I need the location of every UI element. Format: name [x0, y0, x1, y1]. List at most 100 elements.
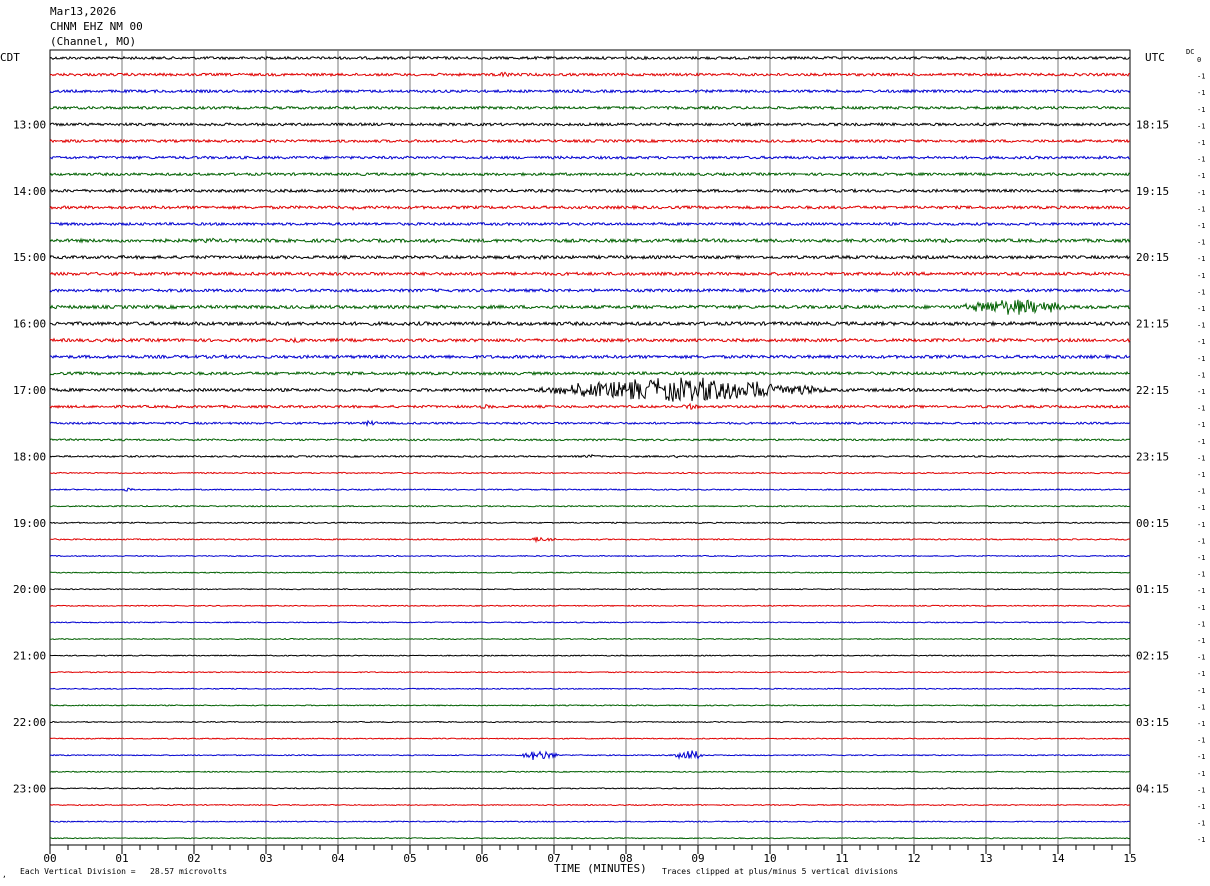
dc-offset-label: -1	[1197, 438, 1205, 446]
dc-offset-label: -1	[1197, 355, 1205, 363]
seismic-trace	[49, 121, 1131, 127]
dc-offset-label: -1	[1197, 122, 1205, 130]
dc-label: DC	[1186, 48, 1195, 56]
dc-offset-label: -1	[1197, 654, 1205, 662]
dc-offset-label: 0	[1197, 56, 1201, 64]
left-hour-label: 14:00	[13, 185, 46, 198]
seismic-trace	[49, 803, 1131, 807]
seismic-trace	[49, 155, 1131, 161]
right-hour-label: 20:15	[1136, 251, 1169, 264]
right-hour-label: 18:15	[1136, 118, 1169, 131]
plot-frame	[49, 49, 1131, 846]
right-hour-label: 21:15	[1136, 318, 1169, 331]
seismic-trace	[49, 377, 1131, 402]
right-hour-label: 01:15	[1136, 583, 1169, 596]
seismic-trace	[49, 637, 1131, 641]
right-hour-label: 23:15	[1136, 450, 1169, 463]
right-hour-label: 00:15	[1136, 517, 1169, 530]
left-hour-label: 21:00	[13, 650, 46, 663]
scale-note: Each Vertical Division = 28.57 microvolt…	[20, 867, 228, 876]
right-hour-label: 04:15	[1136, 782, 1169, 795]
seismic-trace	[49, 521, 1131, 525]
dc-offset-label: -1	[1197, 73, 1205, 81]
seismic-trace	[49, 187, 1131, 194]
seismic-trace	[49, 138, 1131, 144]
left-hour-label: 23:00	[13, 782, 46, 795]
dc-offset-label: -1	[1197, 255, 1205, 263]
seismic-trace	[49, 221, 1131, 227]
dc-offset-label: -1	[1197, 189, 1205, 197]
seismic-trace	[49, 720, 1131, 724]
seismic-trace	[49, 402, 1131, 410]
seismic-trace	[49, 770, 1131, 773]
minute-gridlines	[49, 49, 1131, 846]
seismic-trace	[49, 299, 1131, 315]
x-tick-label: 10	[763, 852, 776, 865]
seismic-trace	[49, 588, 1131, 591]
dc-offset-label: -1	[1197, 786, 1205, 794]
x-tick-label: 05	[403, 852, 416, 865]
seismic-trace	[49, 621, 1131, 624]
dc-offset-label: -1	[1197, 720, 1205, 728]
seismic-trace	[49, 353, 1131, 360]
dc-offset-label: -1	[1197, 637, 1205, 645]
dc-offset-label: -1	[1197, 405, 1205, 413]
corner-mark: ‚	[2, 870, 7, 879]
left-timezone-label: CDT	[0, 51, 20, 64]
x-tick-label: 11	[835, 852, 848, 865]
dc-offset-label: -1	[1197, 737, 1205, 745]
dc-offset-label: -1	[1197, 620, 1205, 628]
seismic-trace	[49, 820, 1131, 823]
station-location: (Channel, MO)	[50, 35, 137, 48]
x-tick-label: 15	[1123, 852, 1136, 865]
dc-offset-label: -1	[1197, 421, 1205, 429]
helicorder-plot: 00 01 02 03 04 05 06 07 08 09 10 11 12 13 14 15 0-1-1-1…	[13, 49, 1205, 865]
x-tick-label: 03	[259, 852, 272, 865]
seismic-trace	[49, 419, 1131, 428]
dc-offset-label: -1	[1197, 454, 1205, 462]
seismic-trace	[49, 71, 1131, 78]
left-hour-label: 16:00	[13, 318, 46, 331]
dc-offset-label: -1	[1197, 239, 1205, 247]
right-hour-label: 02:15	[1136, 650, 1169, 663]
dc-offset-label: -1	[1197, 703, 1205, 711]
dc-offset-label: -1	[1197, 172, 1205, 180]
dc-offset-label: -1	[1197, 156, 1205, 164]
dc-offset-label: -1	[1197, 471, 1205, 479]
left-hour-label: 20:00	[13, 583, 46, 596]
seismic-trace	[49, 787, 1131, 790]
dc-offset-label: -1	[1197, 338, 1205, 346]
seismic-trace	[49, 536, 1131, 544]
dc-offset-label: -1	[1197, 305, 1205, 313]
seismic-trace	[49, 287, 1131, 294]
left-hour-label: 15:00	[13, 251, 46, 264]
dc-offset-label: -1	[1197, 388, 1205, 396]
dc-offset-label: -1	[1197, 89, 1205, 97]
right-hour-label: 19:15	[1136, 185, 1169, 198]
left-hour-label: 19:00	[13, 517, 46, 530]
x-axis-title: TIME (MINUTES)	[554, 862, 647, 875]
dc-offset-label: -1	[1197, 139, 1205, 147]
left-hour-label: 22:00	[13, 716, 46, 729]
dc-offset-label: -1	[1197, 521, 1205, 529]
x-tick-label: 09	[691, 852, 704, 865]
x-tick-label: 12	[907, 852, 920, 865]
left-hour-label: 13:00	[13, 118, 46, 131]
seismic-trace	[49, 454, 1131, 459]
right-hour-label: 22:15	[1136, 384, 1169, 397]
dc-offset-label: -1	[1197, 753, 1205, 761]
dc-offset-label: -1	[1197, 537, 1205, 545]
seismic-trace	[49, 604, 1131, 607]
seismic-trace	[49, 737, 1131, 740]
left-hour-label: 17:00	[13, 384, 46, 397]
dc-offset-label: -1	[1197, 371, 1205, 379]
dc-offset-label: -1	[1197, 836, 1205, 844]
dc-offset-label: -1	[1197, 488, 1205, 496]
x-tick-label: 14	[1051, 852, 1065, 865]
seismic-trace	[49, 55, 1131, 61]
right-hour-label: 03:15	[1136, 716, 1169, 729]
dc-offset-label: -1	[1197, 554, 1205, 562]
seismic-trace	[49, 571, 1131, 574]
x-tick-label: 13	[979, 852, 992, 865]
x-tick-label: 00	[43, 852, 56, 865]
